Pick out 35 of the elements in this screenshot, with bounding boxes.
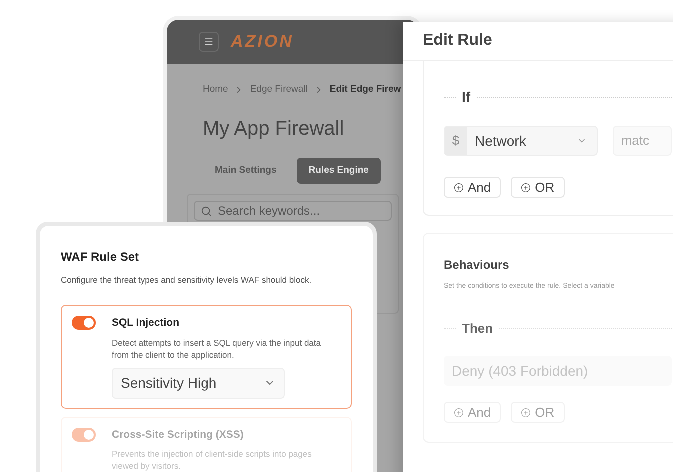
operator-field[interactable]: matc (613, 126, 672, 156)
plus-circle-icon (454, 408, 464, 418)
plus-circle-icon (454, 182, 464, 192)
section-title: Behaviours (444, 257, 510, 274)
rule-description: Prevents the injection of client-side scripts into pages viewed by visitors. (112, 448, 313, 472)
add-condition-button[interactable]: OR (511, 402, 565, 423)
tab[interactable]: Main Settings (203, 158, 289, 184)
variable-prefix: $ (445, 127, 467, 155)
panel-title: Edit Rule (423, 31, 492, 51)
logo: AZION (231, 31, 294, 54)
rule-title: SQL Injection (112, 316, 180, 331)
sensitivity-select[interactable]: Sensitivity High (112, 368, 285, 398)
breadcrumb-item[interactable]: Edit Edge Firew (330, 83, 402, 98)
rule-description: Detect attempts to insert a SQL query via the input data from the client to the application. (112, 336, 322, 360)
page-title: My App Firewall (203, 117, 346, 142)
add-condition-button[interactable]: OR (511, 177, 565, 198)
variable-select[interactable]: $ Network (444, 126, 598, 156)
plus-circle-icon (521, 182, 532, 192)
search-icon (201, 206, 212, 217)
breadcrumb-item[interactable]: Home (203, 83, 228, 98)
toggle-switch[interactable] (72, 316, 96, 330)
search-field[interactable]: Search keywords... (194, 201, 392, 222)
menu-button[interactable] (199, 32, 219, 52)
menu-icon (204, 37, 214, 47)
card-description: Configure the threat types and sensitivity levels WAF should block. (61, 274, 313, 287)
breadcrumb-item[interactable]: Edge Firewall (250, 83, 308, 98)
rule-title: Cross-Site Scripting (XSS) (112, 428, 245, 442)
plus-circle-icon (521, 408, 532, 418)
add-condition-button[interactable]: And (444, 177, 502, 198)
then-heading: Then (462, 320, 494, 338)
card-title: WAF Rule Set (61, 249, 140, 266)
rule-card[interactable]: SQL Injection Detect attempts to insert a SQL query via the input data from the client to the application. Sensitivity High (61, 304, 352, 408)
add-condition-button[interactable]: And (444, 402, 502, 423)
tab[interactable]: Rules Engine (296, 158, 381, 184)
if-heading: If (462, 88, 471, 107)
